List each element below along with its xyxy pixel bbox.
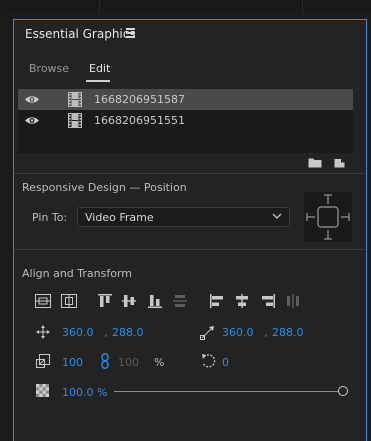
- left-gutter: [0, 14, 12, 441]
- opacity-slider-thumb[interactable]: [338, 386, 348, 396]
- layer-row[interactable]: 1668206951587: [18, 89, 353, 110]
- new-folder-icon[interactable]: [308, 157, 322, 168]
- scale-linked-value: 100: [118, 356, 139, 369]
- anchor-separator: ,: [264, 326, 268, 339]
- tab-browse[interactable]: Browse: [29, 62, 69, 75]
- rotation-icon: [202, 354, 216, 368]
- anchor-x-value[interactable]: 360.0: [222, 326, 254, 339]
- pin-to-label: Pin To:: [32, 211, 68, 224]
- scale-icon: [36, 354, 50, 368]
- film-clip-icon: [68, 113, 82, 128]
- scale-unit: %: [154, 356, 165, 369]
- align-bottom-icon[interactable]: [147, 293, 163, 309]
- responsive-design-title: Responsive Design — Position: [22, 181, 187, 194]
- align-vertical-center-icon[interactable]: [35, 294, 51, 308]
- chevron-down-icon: [272, 213, 282, 219]
- tab-edit[interactable]: Edit: [89, 62, 110, 75]
- anchor-point-icon: [200, 326, 214, 340]
- layer-name: 1668206951587: [94, 93, 185, 106]
- panel-header: Essential Graphics: [14, 20, 366, 50]
- position-move-icon: [36, 325, 50, 339]
- opacity-slider-track[interactable]: [114, 391, 343, 392]
- align-top-icon[interactable]: [97, 293, 113, 309]
- distribute-horizontal-icon: [287, 294, 299, 308]
- align-middle-icon[interactable]: [121, 293, 137, 309]
- position-separator: ,: [104, 326, 108, 339]
- distribute-vertical-icon: [173, 295, 187, 307]
- opacity-checker-icon: [36, 384, 49, 397]
- eye-icon[interactable]: [24, 115, 40, 126]
- new-layer-icon[interactable]: [334, 157, 345, 168]
- top-window-strip: [0, 0, 371, 14]
- align-transform-title: Align and Transform: [22, 267, 132, 280]
- align-horizontal-center-icon[interactable]: [61, 294, 77, 308]
- pin-edges-widget[interactable]: [304, 192, 352, 242]
- panel-title: Essential Graphics: [25, 27, 136, 41]
- section-divider: [14, 173, 366, 174]
- pin-to-dropdown[interactable]: Video Frame: [77, 207, 290, 227]
- layer-name: 1668206951551: [94, 114, 185, 127]
- hamburger-menu-icon[interactable]: [126, 28, 135, 38]
- layer-row[interactable]: 1668206951551: [18, 110, 353, 131]
- strip-divider: [302, 0, 303, 14]
- rotation-value[interactable]: 0: [222, 356, 229, 369]
- position-x-value[interactable]: 360.0: [62, 326, 94, 339]
- align-left-icon[interactable]: [209, 293, 225, 309]
- pin-to-value: Video Frame: [85, 211, 154, 224]
- anchor-y-value[interactable]: 288.0: [272, 326, 304, 339]
- position-y-value[interactable]: 288.0: [112, 326, 144, 339]
- link-icon[interactable]: [99, 353, 111, 369]
- essential-graphics-panel: Essential Graphics Browse Edit 166820695…: [13, 19, 367, 441]
- active-tab-indicator: [86, 80, 110, 82]
- section-divider: [14, 249, 366, 250]
- eye-icon[interactable]: [24, 94, 40, 105]
- layers-list: 1668206951587 1668206951551: [18, 89, 353, 153]
- align-right-icon[interactable]: [260, 293, 276, 309]
- film-clip-icon: [68, 92, 82, 107]
- opacity-value[interactable]: 100.0 %: [62, 386, 107, 399]
- strip-divider: [99, 0, 100, 14]
- scale-value[interactable]: 100: [62, 356, 83, 369]
- align-center-icon[interactable]: [234, 293, 250, 309]
